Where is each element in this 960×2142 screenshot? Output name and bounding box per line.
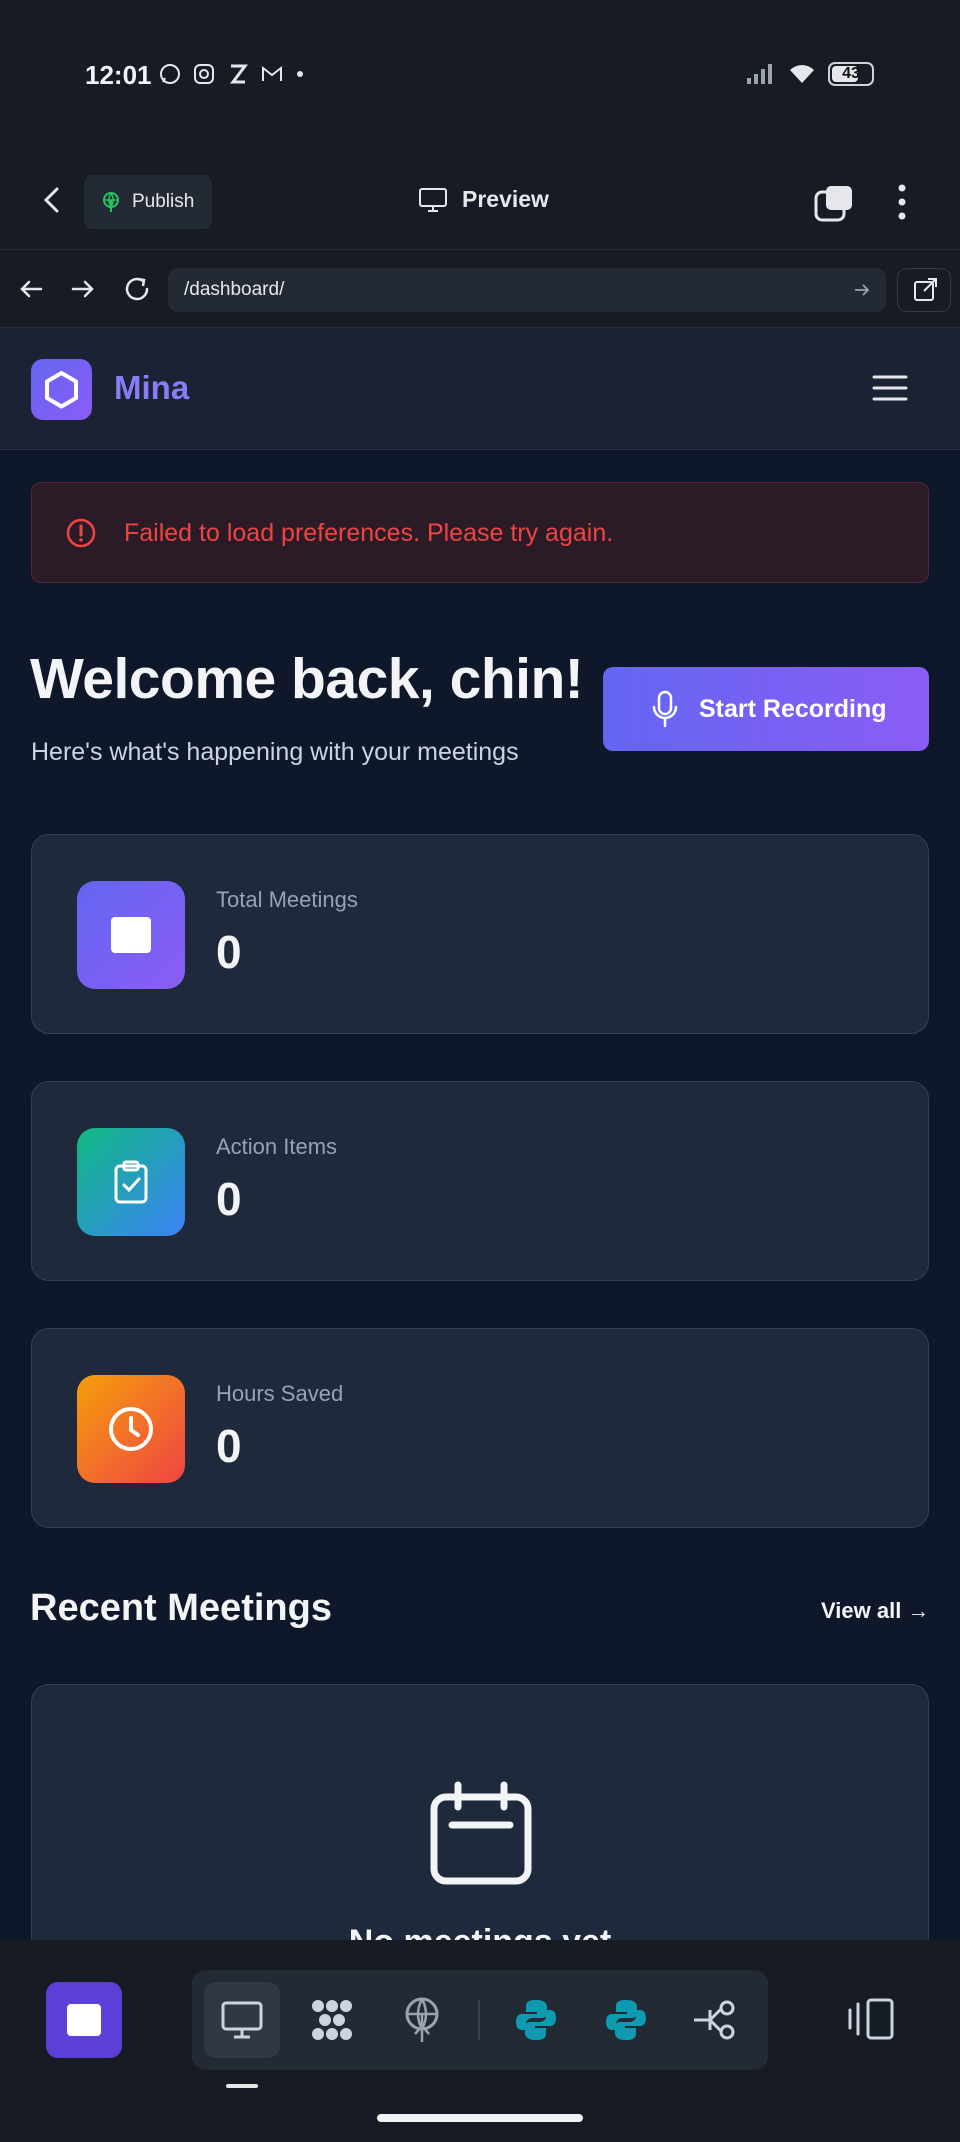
- git-branch-icon[interactable]: [678, 1982, 754, 2058]
- more-options-icon[interactable]: [884, 180, 920, 224]
- nav-back-icon[interactable]: [16, 274, 46, 304]
- empty-state-text: No meetings yet: [32, 1923, 928, 1940]
- panel-toggle-icon[interactable]: [848, 1996, 896, 2042]
- reload-icon[interactable]: [122, 274, 152, 304]
- tabs-icon[interactable]: [814, 184, 854, 224]
- open-external-button[interactable]: [897, 268, 951, 312]
- publish-button[interactable]: Publish: [84, 175, 212, 229]
- battery-icon: 43: [828, 62, 874, 86]
- monitor-icon: [419, 187, 447, 212]
- start-recording-label: Start Recording: [699, 694, 887, 723]
- battery-level: 43: [842, 65, 860, 82]
- url-input[interactable]: /dashboard/: [168, 268, 886, 312]
- python-icon[interactable]: [588, 1982, 664, 2058]
- recent-meetings-heading: Recent Meetings: [30, 1587, 332, 1629]
- stat-label: Action Items: [216, 1134, 338, 1159]
- stat-card-total-meetings: Total Meetings 0: [31, 834, 929, 1034]
- stat-card-action-items: Action Items 0: [31, 1081, 929, 1281]
- zomato-icon: [230, 64, 248, 84]
- home-indicator[interactable]: [377, 2114, 583, 2122]
- dock-separator: [478, 2000, 480, 2040]
- calendar-icon: [430, 1781, 532, 1885]
- notification-icons: [158, 62, 306, 86]
- network-icon[interactable]: [294, 1982, 370, 2058]
- square-icon: [77, 881, 185, 989]
- welcome-subtitle: Here's what's happening with your meetin…: [31, 738, 519, 766]
- preview-label: Preview: [462, 186, 549, 212]
- status-bar: 12:01 43: [0, 0, 960, 150]
- browser-url-bar: /dashboard/: [0, 250, 960, 328]
- stat-value: 0: [216, 1420, 242, 1472]
- error-message: Failed to load preferences. Please try a…: [124, 519, 614, 547]
- error-alert: Failed to load preferences. Please try a…: [31, 482, 929, 583]
- empty-meetings-card: No meetings yet: [31, 1684, 929, 1940]
- url-text: /dashboard/: [184, 279, 285, 300]
- bottom-dock: [0, 1940, 960, 2142]
- back-chevron-icon[interactable]: [38, 185, 68, 215]
- logo[interactable]: [31, 359, 92, 420]
- stat-value: 0: [216, 1173, 242, 1225]
- clock-icon: [77, 1375, 185, 1483]
- start-recording-button[interactable]: Start Recording: [603, 667, 929, 751]
- app-toolbar: Publish Preview: [0, 150, 960, 250]
- nav-forward-icon[interactable]: [68, 274, 98, 304]
- hamburger-menu-icon[interactable]: [872, 372, 908, 404]
- welcome-heading: Welcome back, chin!: [30, 647, 584, 711]
- hexagon-logo-icon: [45, 371, 78, 409]
- whatsapp-icon: [160, 64, 180, 84]
- instagram-icon: [194, 64, 214, 84]
- python-icon[interactable]: [498, 1982, 574, 2058]
- deploy-icon[interactable]: [384, 1982, 460, 2058]
- preview-toggle[interactable]: Preview: [418, 186, 549, 213]
- clipboard-check-icon: [77, 1128, 185, 1236]
- status-time: 12:01: [85, 60, 152, 90]
- dot-icon: [297, 71, 303, 77]
- alert-circle-icon: [66, 518, 96, 548]
- go-arrow-icon[interactable]: [852, 280, 872, 300]
- site-header: Mina: [0, 328, 960, 450]
- wifi-icon: [790, 65, 814, 83]
- active-indicator: [226, 2084, 258, 2088]
- publish-label: Publish: [132, 191, 195, 212]
- stop-button[interactable]: [46, 1982, 122, 2058]
- stat-label: Hours Saved: [216, 1381, 344, 1406]
- external-link-icon: [914, 278, 937, 301]
- desktop-icon[interactable]: [204, 1982, 280, 2058]
- system-icons: 43: [746, 62, 874, 86]
- publish-icon: [103, 192, 119, 212]
- view-all-link[interactable]: View all →: [821, 1598, 929, 1624]
- brand-name[interactable]: Mina: [114, 369, 189, 407]
- stat-label: Total Meetings: [216, 887, 358, 912]
- signal-icon: [747, 64, 772, 84]
- stat-value: 0: [216, 926, 242, 978]
- gmail-icon: [262, 65, 282, 81]
- dock-tools: [192, 1970, 768, 2070]
- stat-card-hours-saved: Hours Saved 0: [31, 1328, 929, 1528]
- web-content: Mina Failed to load preferences. Please …: [0, 328, 960, 1940]
- microphone-icon: [652, 690, 678, 728]
